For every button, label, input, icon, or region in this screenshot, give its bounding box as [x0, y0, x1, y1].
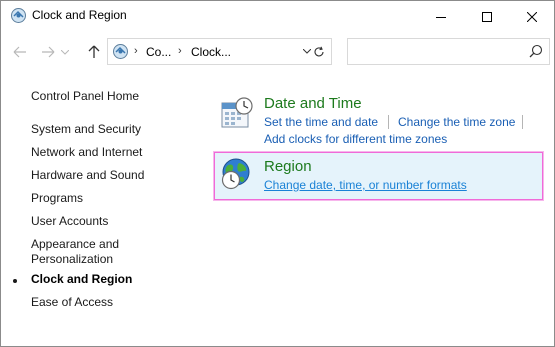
- control-panel-window: Clock and Region › Co... › Clock... Cont…: [0, 0, 555, 347]
- sidebar-item-clock-region[interactable]: Clock and Region: [31, 272, 132, 287]
- sidebar-item-network-internet[interactable]: Network and Internet: [31, 145, 142, 160]
- change-formats-link[interactable]: Change date, time, or number formats: [264, 178, 467, 192]
- maximize-button[interactable]: [464, 1, 510, 32]
- maximize-icon: [482, 11, 492, 22]
- close-icon: [527, 11, 537, 22]
- title-bar: Clock and Region: [1, 1, 554, 32]
- sidebar-item-control-panel-home[interactable]: Control Panel Home: [31, 89, 139, 104]
- active-indicator-bullet: [13, 279, 17, 283]
- window-title: Clock and Region: [32, 8, 127, 22]
- navigation-bar: › Co... › Clock...: [1, 32, 554, 72]
- forward-arrow-icon: [42, 46, 55, 58]
- sidebar-item-system-security[interactable]: System and Security: [31, 122, 141, 137]
- back-arrow-icon: [13, 46, 26, 58]
- up-arrow-icon: [88, 45, 100, 58]
- sidebar-item-personalization[interactable]: Personalization: [31, 252, 113, 267]
- minimize-button[interactable]: [418, 1, 464, 32]
- back-button[interactable]: [11, 43, 29, 61]
- chevron-down-icon: [61, 49, 69, 55]
- breadcrumb-clock-region[interactable]: Clock...: [191, 45, 231, 59]
- sidebar-item-user-accounts[interactable]: User Accounts: [31, 214, 108, 229]
- date-time-title[interactable]: Date and Time: [264, 95, 362, 112]
- change-time-zone-link[interactable]: Change the time zone: [398, 115, 515, 129]
- add-clocks-link[interactable]: Add clocks for different time zones: [264, 132, 447, 146]
- search-icon: [529, 44, 543, 58]
- sidebar-item-appearance[interactable]: Appearance and: [31, 237, 119, 252]
- sidebar-item-programs[interactable]: Programs: [31, 191, 83, 206]
- control-panel-icon: [112, 43, 129, 60]
- control-panel-icon: [10, 7, 27, 24]
- link-divider: [522, 115, 523, 129]
- sidebar-item-hardware-sound[interactable]: Hardware and Sound: [31, 168, 144, 183]
- search-input[interactable]: [347, 38, 550, 65]
- refresh-button[interactable]: [307, 38, 332, 65]
- close-button[interactable]: [509, 1, 554, 32]
- breadcrumb-control-panel[interactable]: Co...: [146, 45, 171, 59]
- link-divider: [388, 115, 389, 129]
- refresh-icon: [314, 46, 324, 56]
- address-bar[interactable]: › Co... › Clock...: [107, 38, 332, 65]
- globe-clock-icon: [220, 157, 254, 196]
- forward-button[interactable]: [39, 43, 57, 61]
- sidebar-item-ease-of-access[interactable]: Ease of Access: [31, 295, 113, 310]
- recent-locations-dropdown[interactable]: [60, 43, 70, 61]
- set-time-date-link[interactable]: Set the time and date: [264, 115, 378, 129]
- calendar-clock-icon: [220, 96, 254, 135]
- chevron-right-icon: ›: [134, 45, 138, 57]
- region-title[interactable]: Region: [264, 158, 312, 175]
- up-button[interactable]: [85, 43, 103, 61]
- chevron-right-icon: ›: [178, 45, 182, 57]
- minimize-icon: [436, 16, 446, 18]
